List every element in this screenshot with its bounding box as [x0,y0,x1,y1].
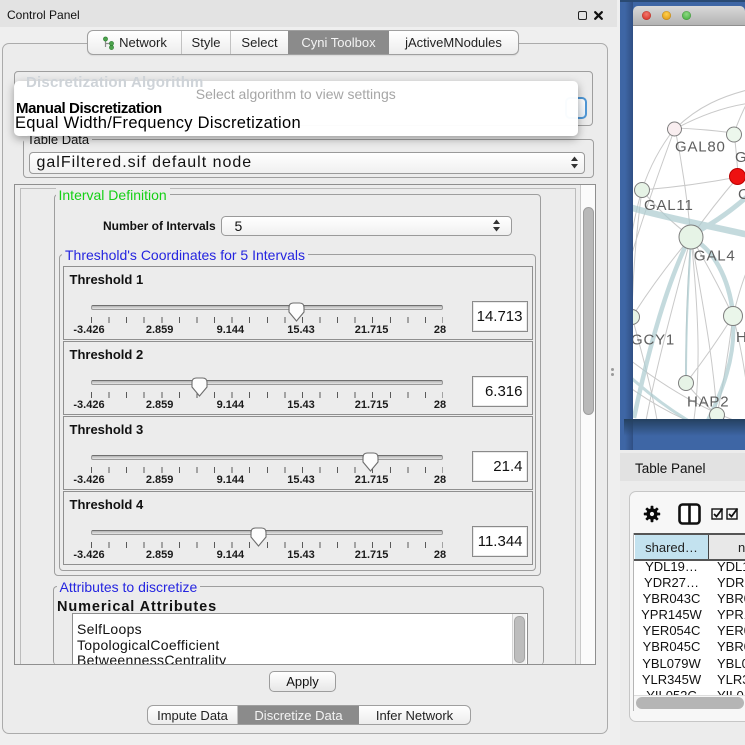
svg-text:GAL80: GAL80 [675,139,726,156]
svg-text:HI: HI [736,329,745,346]
svg-text:GA: GA [735,149,745,166]
svg-text:GAL4: GAL4 [694,248,736,265]
svg-text:HAP2: HAP2 [687,394,729,411]
svg-text:GCY1: GCY1 [633,332,675,349]
svg-text:C: C [738,186,745,203]
svg-text:GAL11: GAL11 [644,197,694,214]
